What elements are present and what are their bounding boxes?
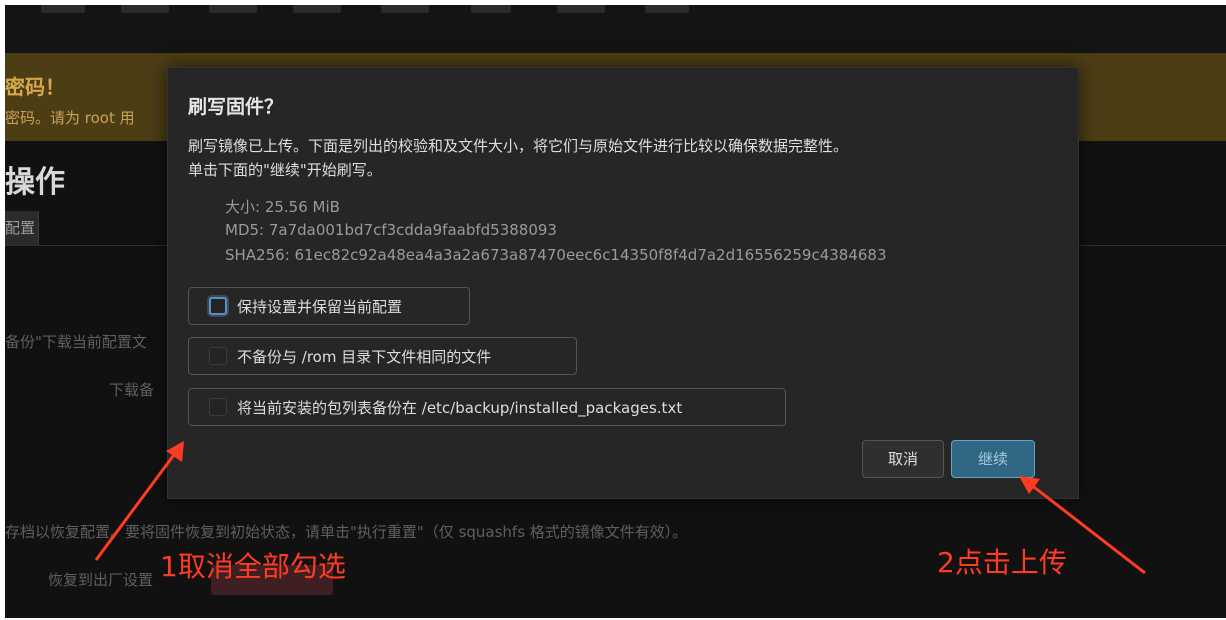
backup-packages-checkbox[interactable]: [209, 398, 227, 416]
nav-item[interactable]: [471, 5, 511, 13]
download-backup-label: 下载备: [109, 381, 155, 399]
warning-title: 密码！: [5, 75, 65, 99]
sha256-checksum: SHA256: 61ec82c92a48ea4a3a2a673a87470eec…: [225, 246, 887, 264]
continue-button[interactable]: 继续: [951, 440, 1035, 478]
keep-settings-checkbox[interactable]: [209, 297, 227, 315]
annotation-step1: 1取消全部勾选: [160, 550, 346, 583]
nav-item[interactable]: [645, 5, 689, 13]
skip-rom-files-checkbox[interactable]: [209, 347, 227, 365]
option-label: 将当前安装的包列表备份在 /etc/backup/installed_packa…: [237, 398, 683, 417]
nav-item[interactable]: [381, 5, 429, 13]
dialog-title: 刷写固件？: [188, 96, 284, 118]
backup-description: 备份"下载当前配置文: [5, 333, 147, 351]
page-title: 操作: [5, 165, 65, 200]
nav-item[interactable]: [293, 5, 341, 13]
nav-item[interactable]: [209, 5, 257, 13]
warning-text: 密码。请为 root 用: [5, 109, 135, 127]
option-label: 保持设置并保留当前配置: [237, 297, 403, 316]
nav-item[interactable]: [121, 5, 169, 13]
reset-description: 存档以恢复配置。要将固件恢复到初始状态，请单击"执行重置"（仅 squashfs…: [5, 523, 688, 541]
description-line: 刷写镜像已上传。下面是列出的校验和及文件大小，将它们与原始文件进行比较以确保数据…: [188, 137, 849, 155]
nav-item[interactable]: [41, 5, 85, 13]
backup-packages-option[interactable]: 将当前安装的包列表备份在 /etc/backup/installed_packa…: [188, 388, 786, 426]
tab-config[interactable]: 配置: [5, 211, 39, 245]
skip-rom-files-option[interactable]: 不备份与 /rom 目录下文件相同的文件: [188, 337, 577, 375]
annotation-step2: 2点击上传: [937, 546, 1067, 579]
screen: 密码！ 密码。请为 root 用 操作 配置 备份"下载当前配置文 下载备 存档…: [5, 5, 1226, 618]
dialog-description: 刷写镜像已上传。下面是列出的校验和及文件大小，将它们与原始文件进行比较以确保数据…: [188, 134, 1048, 182]
cancel-button[interactable]: 取消: [862, 440, 944, 478]
description-line: 单击下面的"继续"开始刷写。: [188, 161, 382, 179]
factory-reset-label: 恢复到出厂设置: [48, 571, 154, 589]
file-size: 大小: 25.56 MiB: [225, 198, 340, 216]
nav-item[interactable]: [557, 5, 605, 13]
option-label: 不备份与 /rom 目录下文件相同的文件: [237, 347, 492, 366]
md5-checksum: MD5: 7a7da001bd7cf3cdda9faabfd5388093: [225, 221, 557, 239]
top-navbar: [5, 5, 1226, 53]
flash-firmware-dialog: 刷写固件？ 刷写镜像已上传。下面是列出的校验和及文件大小，将它们与原始文件进行比…: [167, 67, 1079, 499]
keep-settings-option[interactable]: 保持设置并保留当前配置: [188, 287, 470, 325]
